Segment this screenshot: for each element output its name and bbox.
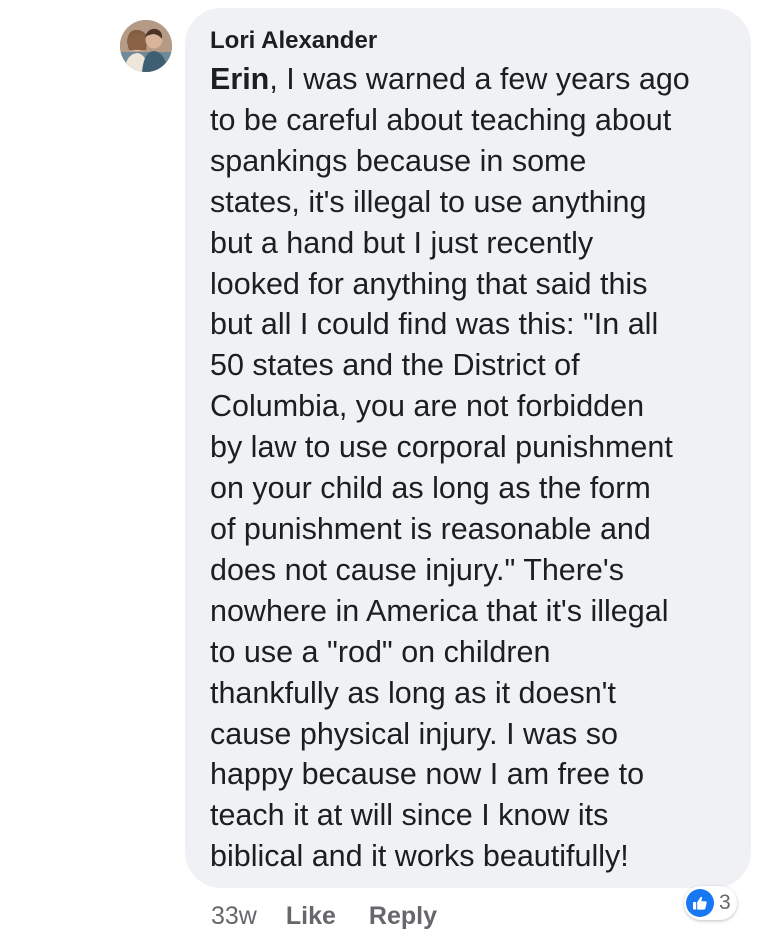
avatar[interactable] (120, 20, 172, 72)
comment-text: Erin, I was warned a few years ago to be… (210, 59, 731, 877)
mention-link[interactable]: Erin (210, 62, 269, 96)
reaction-count: 3 (719, 891, 731, 914)
comment-author[interactable]: Lori Alexander (210, 27, 731, 55)
avatar-photo (120, 20, 172, 72)
reactions-summary[interactable]: 3 (684, 886, 737, 920)
comment-bubble: Lori Alexander Erin, I was warned a few … (185, 8, 751, 888)
reply-button[interactable]: Reply (369, 902, 437, 931)
comment-timestamp[interactable]: 33w (211, 902, 257, 931)
comment-body: , I was warned a few years ago to be car… (210, 62, 690, 874)
like-button[interactable]: Like (286, 902, 336, 931)
comment-thread: Lori Alexander Erin, I was warned a few … (0, 0, 777, 943)
comment-actions: 33w Like Reply (211, 901, 470, 931)
thumbs-up-icon (686, 889, 714, 917)
